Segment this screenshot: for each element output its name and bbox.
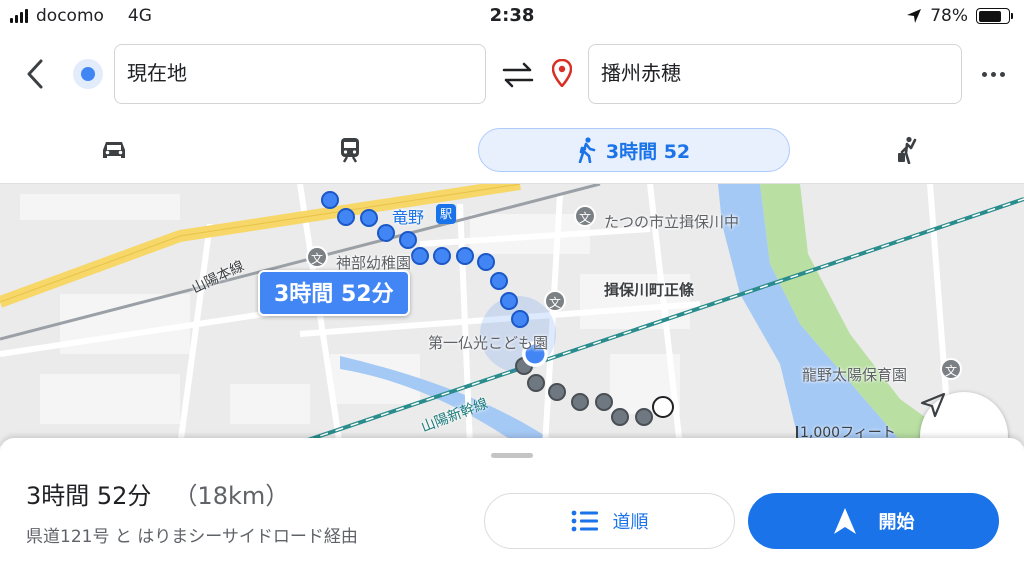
station-icon[interactable]: 駅 — [436, 204, 456, 224]
tab-drive[interactable] — [92, 128, 136, 172]
start-button[interactable]: 開始 — [748, 493, 999, 549]
more-dots-icon — [981, 71, 987, 77]
tab-transit[interactable] — [328, 128, 372, 172]
swap-arrows-icon — [502, 62, 534, 88]
tab-rideshare[interactable] — [886, 128, 930, 172]
walk-duration-label: 3時間 52 — [605, 140, 691, 163]
origin-marker-icon — [73, 59, 103, 89]
travel-mode-tabs: 3時間 52 — [0, 116, 1024, 184]
more-options-button[interactable] — [975, 62, 1011, 86]
drag-handle[interactable] — [491, 453, 533, 458]
swap-button[interactable] — [500, 58, 536, 92]
chevron-left-icon — [27, 59, 43, 89]
back-button[interactable] — [18, 54, 52, 94]
battery-percent: 78% — [930, 6, 968, 26]
destination-pin-icon — [552, 59, 572, 87]
directions-header: 現在地 播州赤穂 — [0, 34, 1024, 116]
destination-field[interactable]: 播州赤穂 — [588, 44, 962, 104]
nursery-2-poi-icon[interactable]: 文 — [940, 358, 962, 380]
walking-icon — [578, 137, 596, 163]
car-icon — [103, 142, 125, 158]
start-label: 開始 — [878, 512, 915, 533]
school-label[interactable]: たつの市立揖保川中 — [604, 211, 739, 232]
nursery-2-label[interactable]: 龍野太陽保育園 — [802, 364, 907, 385]
route-distance: （18km） — [173, 482, 290, 510]
school-poi-icon[interactable]: 文 — [574, 205, 596, 227]
list-icon — [571, 510, 598, 532]
route-end-marker — [652, 396, 674, 418]
station-label[interactable]: 竜野 — [392, 204, 424, 228]
origin-field[interactable]: 現在地 — [114, 44, 486, 104]
battery-icon — [976, 8, 1013, 24]
tab-walk[interactable]: 3時間 52 — [478, 128, 790, 172]
route-summary: 3時間 52分 （18km） — [26, 476, 289, 511]
map-view[interactable]: 文 文 文 文 駅 竜野 たつの市立揖保川中 神部幼稚園 揖保川町正條 第一仏光… — [0, 184, 1024, 446]
rideshare-icon — [898, 136, 917, 164]
nursery-label[interactable]: 第一仏光こども園 — [428, 332, 548, 353]
clock: 2:38 — [489, 5, 535, 26]
nursery-poi-icon[interactable]: 文 — [544, 290, 566, 312]
route-via: 県道121号 と はりまシーサイドロード経由 — [26, 527, 358, 547]
location-arrow-icon — [907, 9, 922, 23]
navigation-arrow-icon — [833, 508, 856, 534]
route-duration: 3時間 52分 — [26, 482, 152, 510]
route-summary-sheet: 3時間 52分 （18km） 県道121号 と はりまシーサイドロード経由 道順 … — [0, 438, 1024, 576]
district-label: 揖保川町正條 — [604, 281, 695, 299]
steps-button[interactable]: 道順 — [484, 493, 735, 549]
route-duration-callout[interactable]: 3時間 52分 — [258, 270, 410, 316]
kindergarten-poi-icon[interactable]: 文 — [306, 246, 328, 268]
navigation-arrow-icon — [920, 392, 946, 418]
map-canvas — [0, 184, 1024, 446]
train-icon — [341, 138, 359, 163]
status-bar: docomo 4G 2:38 78% — [0, 0, 1024, 34]
steps-label: 道順 — [612, 512, 649, 533]
